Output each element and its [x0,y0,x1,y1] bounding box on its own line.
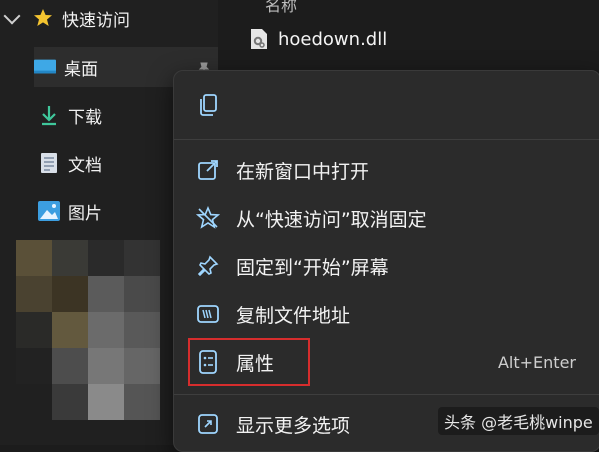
sidebar-item-quick-access[interactable]: 快速访问 [3,0,130,38]
sidebar-item-pictures[interactable]: 图片 [38,191,102,231]
dll-file-icon [250,28,268,50]
menu-item-unpin-quick-access[interactable]: 从“快速访问”取消固定 [174,194,599,242]
column-header-name[interactable]: 名称 [265,0,297,16]
menu-item-label: 显示更多选项 [236,414,351,437]
document-icon [38,152,60,174]
menu-divider [174,139,599,140]
pin-icon [196,254,220,278]
context-menu: 在新窗口中打开 从“快速访问”取消固定 固定到“开始”屏幕 复制文件地址 属性 … [173,70,599,452]
open-new-window-icon [196,158,220,182]
watermark-text: 头条 @老毛桃winpe [438,407,599,435]
sidebar-item-documents[interactable]: 文档 [38,143,102,183]
chevron-down-icon[interactable] [3,7,21,25]
unpin-icon [196,206,220,230]
keyboard-shortcut: Alt+Enter [497,352,576,372]
menu-item-copy-path[interactable]: 复制文件地址 [174,290,599,338]
menu-item-label: 在新窗口中打开 [236,160,370,183]
menu-divider [174,394,599,395]
sidebar-item-label: 文档 [68,155,102,176]
file-name: hoedown.dll [278,28,388,50]
download-icon [38,104,60,126]
annotation-highlight-box [188,338,310,386]
blurred-region [16,240,166,445]
copy-icon[interactable] [198,93,220,117]
sidebar-item-label: 桌面 [64,59,98,80]
menu-item-open-new-window[interactable]: 在新窗口中打开 [174,146,599,194]
pictures-icon [38,200,60,222]
copy-path-icon [196,302,220,326]
sidebar-item-downloads[interactable]: 下载 [38,95,102,135]
desktop-icon [34,56,56,78]
menu-item-pin-to-start[interactable]: 固定到“开始”屏幕 [174,242,599,290]
sidebar-item-label: 快速访问 [62,10,130,31]
menu-item-label: 从“快速访问”取消固定 [236,208,427,231]
file-row[interactable]: hoedown.dll [250,28,387,50]
sidebar-item-label: 图片 [68,203,102,224]
sidebar-item-label: 下载 [68,107,102,128]
menu-item-label: 复制文件地址 [236,304,351,327]
menu-item-label: 固定到“开始”屏幕 [236,256,389,279]
more-options-icon [196,412,220,436]
star-icon [32,7,54,29]
context-menu-quick-actions [174,71,599,139]
